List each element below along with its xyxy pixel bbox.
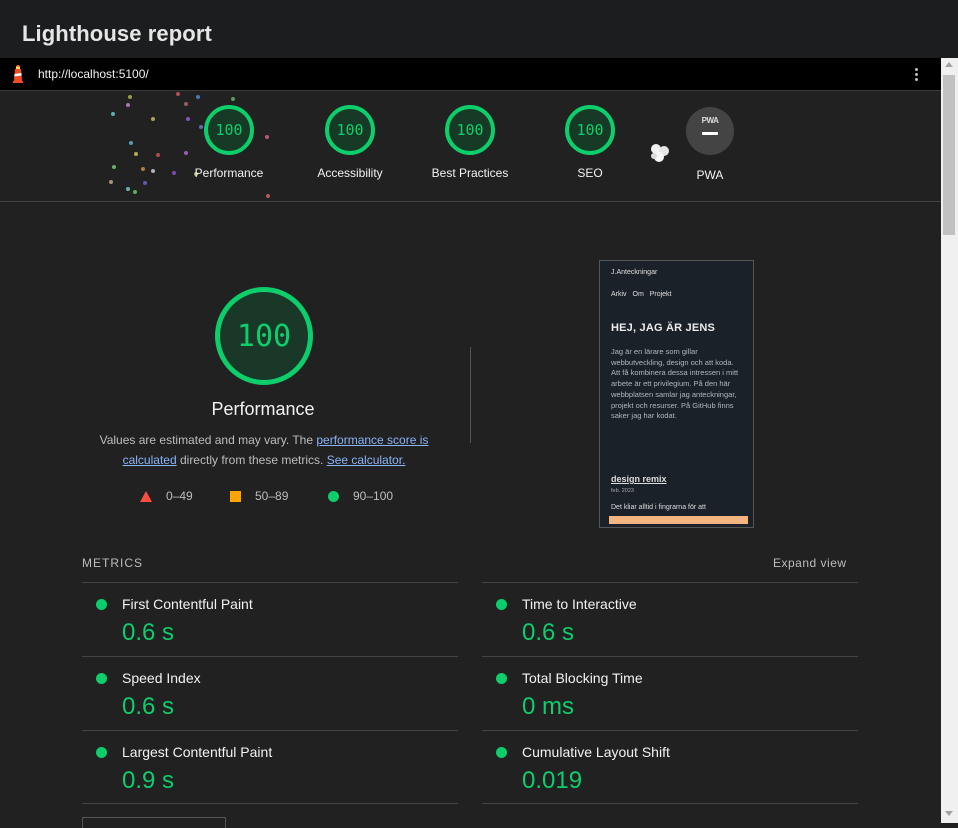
metric-label: Cumulative Layout Shift xyxy=(522,744,670,760)
gauge-best-practices-label: Best Practices xyxy=(431,166,509,180)
metric-time-to-interactive: Time to Interactive 0.6 s xyxy=(482,583,852,657)
metric-label: Total Blocking Time xyxy=(522,670,643,686)
legend-pass: 90–100 xyxy=(328,489,393,503)
gauge-accessibility-score: 100 xyxy=(325,105,375,155)
ss-post-title: design remix xyxy=(611,474,667,484)
scroll-up-icon[interactable] xyxy=(945,62,953,67)
pass-circle-icon xyxy=(496,673,507,684)
ss-heading: HEJ, JAG ÄR JENS xyxy=(611,322,716,334)
legend-average-range: 50–89 xyxy=(255,489,289,503)
gauge-seo-label: SEO xyxy=(577,166,603,180)
gauge-seo[interactable]: 100 SEO xyxy=(530,105,650,180)
pass-circle-icon xyxy=(496,747,507,758)
gauge-performance[interactable]: 100 Performance xyxy=(169,105,289,180)
ss-paragraph: Jag är en lärare som gillar webbutveckli… xyxy=(611,347,739,421)
metric-value: 0.6 s xyxy=(122,693,175,720)
pass-circle-icon xyxy=(328,490,339,502)
metric-value: 0.6 s xyxy=(122,619,175,646)
gauge-best-practices[interactable]: 100 Best Practices xyxy=(410,105,530,180)
category-gauges-header: 100 Performance 100 Accessibility 100 Be… xyxy=(0,91,941,202)
desc-text-1: Values are estimated and may vary. The xyxy=(99,433,317,447)
lighthouse-logo-icon xyxy=(13,65,23,83)
final-screenshot[interactable]: J.Anteckningar Arkiv Om Projekt HEJ, JAG… xyxy=(599,260,754,528)
ss-site-name: J.Anteckningar xyxy=(611,269,658,276)
pwa-dash xyxy=(702,132,718,135)
ss-nav: Arkiv Om Projekt xyxy=(611,291,672,298)
pass-circle-icon xyxy=(96,673,107,684)
kebab-menu-icon[interactable] xyxy=(909,66,923,84)
gauge-best-practices-score: 100 xyxy=(445,105,495,155)
metric-speed-index: Speed Index 0.6 s xyxy=(82,657,452,731)
app-title: Lighthouse report xyxy=(22,21,212,46)
metric-label: Time to Interactive xyxy=(522,596,637,612)
average-square-icon xyxy=(230,490,241,502)
vertical-divider xyxy=(470,347,471,443)
metric-value: 0.9 s xyxy=(122,767,175,794)
ss-post-line: Det kliar alltid i fingrarna för att xyxy=(611,504,706,511)
metric-value: 0 ms xyxy=(522,693,575,720)
metrics-divider xyxy=(482,803,858,804)
expand-view-toggle[interactable]: Expand view xyxy=(773,556,847,570)
performance-score-gauge: 100 xyxy=(215,287,313,385)
report-url-bar: http://localhost:5100/ xyxy=(0,58,941,91)
gauge-performance-label: Performance xyxy=(194,166,264,180)
fail-triangle-icon xyxy=(140,490,152,502)
metric-label: Largest Contentful Paint xyxy=(122,744,273,760)
performance-description: Values are estimated and may vary. The p… xyxy=(88,430,440,470)
window-titlebar: Lighthouse report xyxy=(0,0,958,58)
ss-highlight-bar xyxy=(609,516,748,524)
metric-largest-contentful-paint: Largest Contentful Paint 0.9 s xyxy=(82,731,452,805)
legend-average: 50–89 xyxy=(230,489,288,503)
ss-post-date: feb. 2023 xyxy=(611,488,634,494)
pass-circle-icon xyxy=(496,599,507,610)
gauge-accessibility[interactable]: 100 Accessibility xyxy=(290,105,410,180)
gauge-accessibility-label: Accessibility xyxy=(317,166,383,180)
gauge-seo-score: 100 xyxy=(565,105,615,155)
pass-circle-icon xyxy=(96,599,107,610)
legend-pass-range: 90–100 xyxy=(353,489,394,503)
legend-fail-range: 0–49 xyxy=(166,489,193,503)
scroll-down-icon[interactable] xyxy=(945,811,953,816)
metric-first-contentful-paint: First Contentful Paint 0.6 s xyxy=(82,583,452,657)
gauge-pwa[interactable]: PWA PWA xyxy=(650,107,770,182)
desc-text-2: directly from these metrics. xyxy=(176,453,327,467)
metrics-header: METRICS xyxy=(82,556,143,570)
metric-label: Speed Index xyxy=(122,670,201,686)
pass-circle-icon xyxy=(96,747,107,758)
see-calculator-link[interactable]: See calculator. xyxy=(327,453,406,467)
metrics-divider xyxy=(82,803,458,804)
pwa-badge-text: PWA xyxy=(701,116,719,125)
gauge-pwa-label: PWA xyxy=(696,168,724,182)
metric-label: First Contentful Paint xyxy=(122,596,253,612)
scrollbar-thumb[interactable] xyxy=(943,75,955,235)
gauge-performance-score: 100 xyxy=(204,105,254,155)
metric-value: 0.019 xyxy=(522,767,583,794)
page-scrollbar[interactable] xyxy=(941,58,958,823)
metric-total-blocking-time: Total Blocking Time 0 ms xyxy=(482,657,852,731)
metric-cumulative-layout-shift: Cumulative Layout Shift 0.019 xyxy=(482,731,852,805)
pwa-badge-icon: PWA xyxy=(686,107,734,155)
legend-fail: 0–49 xyxy=(140,489,193,503)
performance-title: Performance xyxy=(211,399,315,419)
metric-value: 0.6 s xyxy=(522,619,575,646)
report-url: http://localhost:5100/ xyxy=(38,67,149,81)
